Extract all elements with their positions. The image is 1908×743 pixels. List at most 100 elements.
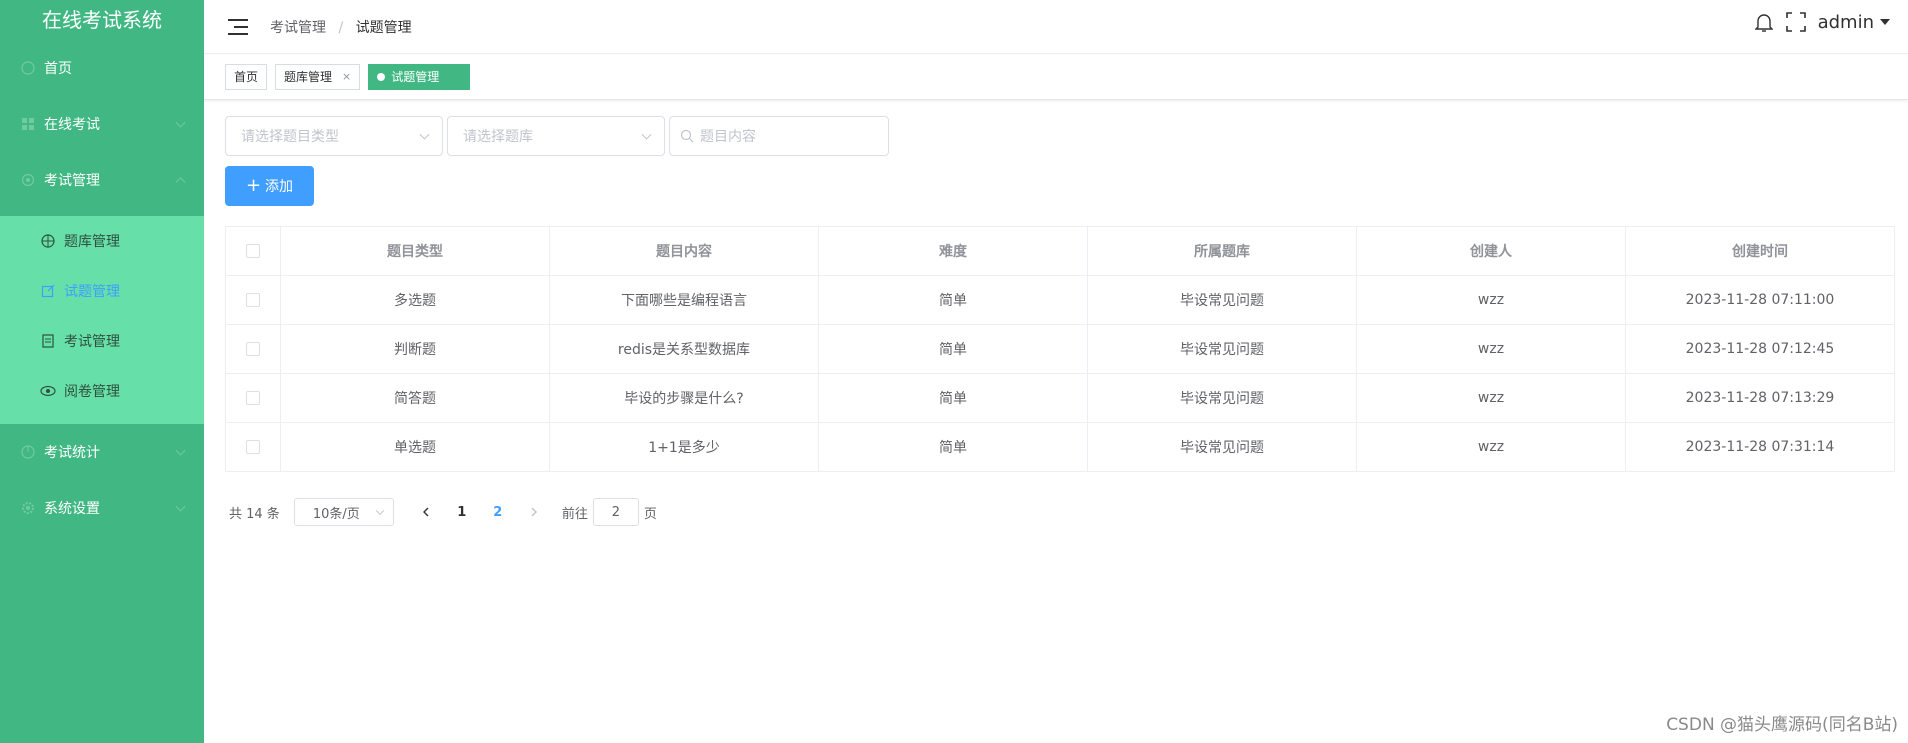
select-all-checkbox[interactable] — [246, 244, 260, 258]
column-header: 难度 — [818, 226, 1088, 276]
cell-created-time: 2023-11-28 07:12:45 — [1625, 324, 1895, 374]
goto-page-input[interactable] — [592, 498, 639, 526]
content-search-input[interactable]: 题目内容 — [669, 116, 889, 156]
row-checkbox[interactable] — [246, 342, 260, 356]
sidebar-subitem-exam-admin[interactable]: 考试管理 — [0, 316, 204, 366]
tags-view: 首页 题库管理 × 试题管理 — [204, 55, 1908, 100]
sidebar-item-label: 在线考试 — [44, 117, 100, 133]
pagination-total: 共 14 条 — [229, 506, 280, 522]
column-header: 创建人 — [1356, 226, 1626, 276]
cell-type: 简答题 — [280, 373, 550, 423]
chevron-down-icon — [375, 506, 385, 516]
chevron-left-icon — [422, 507, 429, 517]
cell-created-time: 2023-11-28 07:31:14 — [1625, 422, 1895, 472]
sidebar-subitem-question-bank[interactable]: 题库管理 — [0, 216, 204, 266]
add-button-label: 添加 — [265, 179, 294, 195]
username[interactable]: admin — [1818, 12, 1874, 33]
table-row[interactable]: 判断题 redis是关系型数据库 简单 毕设常见问题 wzz 2023-11-2… — [225, 324, 1895, 374]
question-type-select[interactable]: 请选择题目类型 — [225, 116, 443, 156]
sidebar-subitem-question-management[interactable]: 试题管理 — [0, 266, 204, 316]
fullscreen-icon[interactable] — [1785, 12, 1806, 32]
column-header: 题目内容 — [549, 226, 819, 276]
row-checkbox[interactable] — [246, 440, 260, 454]
cell-creator: wzz — [1356, 422, 1626, 472]
tag-label: 试题管理 — [391, 70, 440, 84]
row-select-cell — [225, 422, 281, 472]
menu-toggle-icon[interactable] — [228, 18, 248, 35]
cell-content-link[interactable]: 毕设的步骤是什么? — [549, 373, 819, 423]
search-icon — [680, 129, 694, 143]
sidebar-item-label: 考试管理 — [44, 173, 100, 189]
sidebar-item-exam-management[interactable]: 考试管理 — [0, 152, 204, 208]
settings-icon — [20, 172, 36, 188]
table-row[interactable]: 简答题 毕设的步骤是什么? 简单 毕设常见问题 wzz 2023-11-28 0… — [225, 373, 1895, 423]
watermark: CSDN @猫头鹰源码(同名B站) — [1666, 715, 1898, 735]
breadcrumb: 考试管理 / 试题管理 — [270, 17, 412, 37]
cell-content-link[interactable]: 1+1是多少 — [549, 422, 819, 472]
row-checkbox[interactable] — [246, 293, 260, 307]
cell-difficulty: 简单 — [818, 422, 1088, 472]
tag-label: 首页 — [234, 70, 259, 84]
select-placeholder: 请选择题库 — [463, 129, 533, 145]
table-header-row: 题目类型 题目内容 难度 所属题库 创建人 创建时间 — [225, 226, 1895, 276]
row-checkbox[interactable] — [246, 391, 260, 405]
chevron-up-icon — [175, 177, 186, 188]
cell-bank: 毕设常见问题 — [1087, 422, 1357, 472]
cell-bank: 毕设常见问题 — [1087, 324, 1357, 374]
next-page-button[interactable] — [516, 498, 552, 526]
bell-icon[interactable] — [1754, 12, 1774, 32]
add-button[interactable]: + 添加 — [225, 166, 314, 206]
cell-difficulty: 简单 — [818, 275, 1088, 325]
header-actions: admin — [1754, 0, 1890, 44]
document-icon — [40, 333, 56, 349]
cell-difficulty: 简单 — [818, 324, 1088, 374]
goto-suffix: 页 — [643, 506, 657, 522]
top-header: 考试管理 / 试题管理 admin — [204, 0, 1908, 54]
chevron-down-icon — [175, 445, 186, 456]
column-header: 题目类型 — [280, 226, 550, 276]
edit-icon — [40, 283, 56, 299]
page-number-2[interactable]: 2 — [480, 505, 516, 520]
page-size-select[interactable]: 10条/页 — [293, 498, 394, 526]
search-placeholder: 题目内容 — [700, 129, 756, 145]
sidebar-subitem-grading[interactable]: 阅卷管理 — [0, 366, 204, 424]
row-select-cell — [225, 275, 281, 325]
table-row[interactable]: 多选题 下面哪些是编程语言 简单 毕设常见问题 wzz 2023-11-28 0… — [225, 275, 1895, 325]
sidebar: 在线考试系统 首页 在线考试 考试管理 题库管理 试题管理 考试管理 阅卷管理 … — [0, 0, 204, 743]
cell-creator: wzz — [1356, 275, 1626, 325]
tag-label: 题库管理 — [284, 70, 333, 84]
app-title: 在线考试系统 — [42, 8, 162, 32]
sidebar-item-statistics[interactable]: 考试统计 — [0, 424, 204, 480]
sidebar-item-settings[interactable]: 系统设置 — [0, 480, 204, 536]
cell-content-link[interactable]: redis是关系型数据库 — [549, 324, 819, 374]
sidebar-subitem-label: 试题管理 — [64, 284, 120, 300]
plus-icon: + — [245, 175, 262, 196]
tag-question-management[interactable]: 试题管理 — [368, 64, 471, 90]
sidebar-item-online-exam[interactable]: 在线考试 — [0, 96, 204, 152]
row-select-cell — [225, 324, 281, 374]
filter-bar: 请选择题目类型 请选择题库 题目内容 — [225, 116, 889, 156]
caret-down-icon[interactable] — [1880, 19, 1890, 25]
question-bank-select[interactable]: 请选择题库 — [447, 116, 665, 156]
goto-page: 前往 页 — [562, 498, 657, 526]
page-size-value: 10条/页 — [312, 506, 360, 522]
cell-type: 判断题 — [280, 324, 550, 374]
cell-created-time: 2023-11-28 07:13:29 — [1625, 373, 1895, 423]
sidebar-subitem-label: 阅卷管理 — [64, 384, 120, 400]
sidebar-item-home[interactable]: 首页 — [0, 40, 204, 96]
close-icon[interactable]: × — [342, 65, 351, 89]
target-icon — [40, 233, 56, 249]
chevron-down-icon — [419, 129, 430, 140]
tag-home[interactable]: 首页 — [225, 64, 268, 90]
chevron-down-icon — [175, 117, 186, 128]
sidebar-subitem-label: 题库管理 — [64, 234, 120, 250]
breadcrumb-item[interactable]: 考试管理 — [270, 20, 326, 36]
cell-content-link[interactable]: 下面哪些是编程语言 — [549, 275, 819, 325]
prev-page-button[interactable] — [408, 498, 444, 526]
cell-difficulty: 简单 — [818, 373, 1088, 423]
page-number-1[interactable]: 1 — [444, 505, 480, 520]
table-row[interactable]: 单选题 1+1是多少 简单 毕设常见问题 wzz 2023-11-28 07:3… — [225, 422, 1895, 472]
cell-created-time: 2023-11-28 07:11:00 — [1625, 275, 1895, 325]
tag-question-bank[interactable]: 题库管理 × — [275, 64, 361, 90]
gear-icon — [20, 500, 36, 516]
